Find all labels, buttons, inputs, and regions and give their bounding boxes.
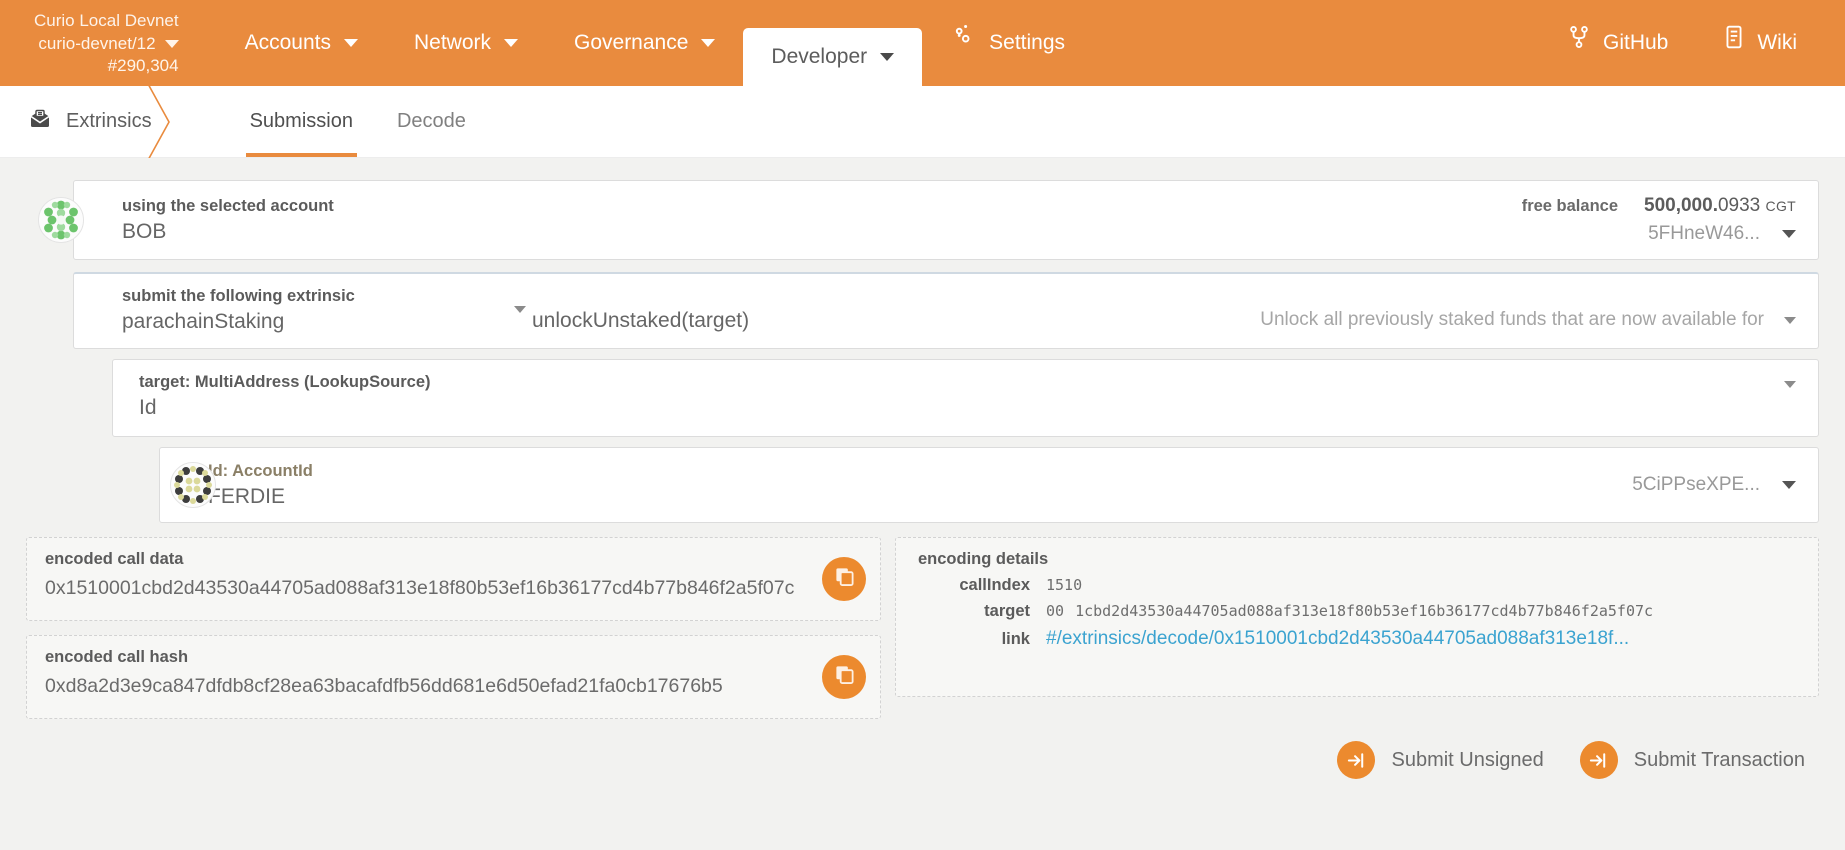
encoded-call-data-value: 0x1510001cbd2d43530a44705ad088af313e18f8… xyxy=(45,577,795,599)
nav-item-network[interactable]: Network xyxy=(386,0,546,86)
free-balance-value: 500,000.0933 CGT xyxy=(1644,195,1796,217)
breadcrumb: Extrinsics xyxy=(0,86,183,158)
chevron-down-icon xyxy=(343,39,358,47)
detail-key: link xyxy=(1001,630,1030,648)
tab-list: Submission Decode xyxy=(228,86,488,157)
copy-call-data-button[interactable] xyxy=(822,557,866,601)
free-balance-label: free balance xyxy=(1521,197,1619,215)
encoded-call-hash-card: encoded call hash 0xd8a2d3e9ca847dfdb8cf… xyxy=(26,635,881,719)
submit-unsigned-button[interactable]: Submit Unsigned xyxy=(1337,741,1544,779)
detail-row-target: target 00 1cbd2d43530a44705ad088af313e18f… xyxy=(918,602,1800,621)
extrinsic-field-label: submit the following extrinsic xyxy=(122,287,355,305)
submit-actions: Submit Unsigned Submit Transaction xyxy=(0,741,1819,779)
sign-in-arrow-icon xyxy=(1337,741,1376,779)
accountid-field-label: Id: AccountId xyxy=(208,461,313,480)
detail-row-callindex: callIndex 1510 xyxy=(918,576,1800,595)
wiki-label: Wiki xyxy=(1757,31,1797,54)
nav-item-governance[interactable]: Governance xyxy=(546,0,743,86)
decode-link[interactable]: #/extrinsics/decode/0x1510001cbd2d43530a… xyxy=(1046,628,1629,650)
chevron-down-icon xyxy=(504,39,518,47)
copy-call-hash-button[interactable] xyxy=(822,655,866,699)
balance-unit: CGT xyxy=(1765,198,1796,214)
chevron-down-icon[interactable] xyxy=(1782,230,1796,238)
nav-accounts-label: Accounts xyxy=(244,31,331,54)
copy-icon xyxy=(834,664,855,690)
detail-value-main: 1cbd2d43530a44705ad088af313e18f80b53ef16… xyxy=(1075,602,1654,620)
encoded-call-hash-value: 0xd8a2d3e9ca847dfdb8cf28ea63bacafdfb56dd… xyxy=(45,675,723,697)
nav-governance-label: Governance xyxy=(574,31,689,54)
section-tab-bar: Extrinsics Submission Decode xyxy=(0,86,1845,158)
extrinsics-icon xyxy=(28,107,52,137)
github-label: GitHub xyxy=(1602,31,1669,54)
chevron-down-icon[interactable] xyxy=(1782,481,1796,489)
encoding-details-card: encoding details callIndex 1510 target 0… xyxy=(895,537,1819,697)
extrinsic-docs-text: Unlock all previously staked funds that … xyxy=(1260,309,1764,330)
detail-value: 1510 xyxy=(1046,576,1083,594)
submit-unsigned-label: Submit Unsigned xyxy=(1391,748,1544,771)
book-icon xyxy=(1724,0,1744,86)
chevron-down-icon[interactable] xyxy=(1784,316,1796,324)
detail-value: 00 1cbd2d43530a44705ad088af313e18f80b53ef… xyxy=(1046,602,1653,620)
chevron-down-icon[interactable] xyxy=(514,306,526,330)
nav-network-label: Network xyxy=(413,31,491,54)
chevron-down-icon xyxy=(701,39,716,47)
chevron-down-icon xyxy=(164,40,179,48)
accountid-address: 5CiPPseXPE... xyxy=(1632,474,1760,495)
chain-node-version: curio-devnet/12 xyxy=(38,33,156,53)
avatar xyxy=(38,197,84,243)
account-field-value: BOB xyxy=(122,219,167,243)
balance-fraction: 0933 xyxy=(1717,195,1761,216)
account-address: 5FHneW46... xyxy=(1648,223,1760,244)
accountid-selector-row[interactable]: Id: AccountId FERDIE 5CiPPseXPE... xyxy=(159,447,1819,523)
chain-selector[interactable]: Curio Local Devnet curio-devnet/12 #290,… xyxy=(34,8,179,77)
detail-value-prefix: 00 xyxy=(1046,602,1065,620)
chain-block-number: #290,304 xyxy=(107,56,179,76)
submit-transaction-button[interactable]: Submit Transaction xyxy=(1579,741,1805,779)
submit-transaction-label: Submit Transaction xyxy=(1633,748,1805,771)
extrinsic-selector-row[interactable]: submit the following extrinsic parachain… xyxy=(73,272,1819,349)
account-field-label: using the selected account xyxy=(122,196,334,215)
nav-item-developer[interactable]: Developer xyxy=(743,28,923,86)
top-navigation-bar: Curio Local Devnet curio-devnet/12 #290,… xyxy=(0,0,1845,86)
github-icon xyxy=(1568,0,1590,86)
detail-row-link: link #/extrinsics/decode/0x1510001cbd2d4… xyxy=(918,628,1800,650)
accountid-field-value: FERDIE xyxy=(208,484,286,508)
account-selector-row[interactable]: using the selected account BOB free bala… xyxy=(38,180,1819,260)
nav-item-github[interactable]: GitHub xyxy=(1540,0,1696,86)
nav-item-wiki[interactable]: Wiki xyxy=(1696,0,1825,86)
extrinsics-submission-form: using the selected account BOB free bala… xyxy=(0,158,1845,850)
target-accountid-group: Id: AccountId FERDIE 5CiPPseXPE... xyxy=(159,447,1819,523)
breadcrumb-divider-icon xyxy=(139,86,183,158)
detail-key: callIndex xyxy=(959,576,1030,594)
chevron-down-icon xyxy=(880,53,895,61)
encoded-call-data-title: encoded call data xyxy=(45,550,184,568)
encoded-call-hash-title: encoded call hash xyxy=(45,648,189,666)
tab-submission-label: Submission xyxy=(249,110,353,132)
settings-label: Settings xyxy=(989,31,1066,54)
encoded-call-data-card: encoded call data 0x1510001cbd2d43530a44… xyxy=(26,537,881,621)
gear-icon xyxy=(950,0,976,86)
chevron-down-icon[interactable] xyxy=(1784,380,1796,405)
copy-icon xyxy=(834,566,855,592)
target-param-group: target: MultiAddress (LookupSource) Id xyxy=(112,359,1819,437)
nav-developer-label: Developer xyxy=(771,45,868,68)
avatar xyxy=(170,462,216,508)
encoding-section: encoded call data 0x1510001cbd2d43530a44… xyxy=(26,537,1819,719)
pallet-select-value[interactable]: parachainStaking xyxy=(122,310,284,334)
balance-whole: 500,000. xyxy=(1644,195,1718,216)
tab-decode-label: Decode xyxy=(396,110,466,132)
tab-decode[interactable]: Decode xyxy=(375,86,488,157)
sign-in-arrow-icon xyxy=(1579,741,1618,779)
detail-key: target xyxy=(984,602,1030,620)
nav-item-settings[interactable]: Settings xyxy=(922,0,1093,86)
target-field-label: target: MultiAddress (LookupSource) xyxy=(139,373,431,391)
method-select-value[interactable]: unlockUnstaked(target) xyxy=(532,309,749,332)
target-field-value: Id xyxy=(139,396,157,419)
encoding-details-title: encoding details xyxy=(918,550,1049,568)
tab-submission[interactable]: Submission xyxy=(228,86,375,157)
chain-name: Curio Local Devnet xyxy=(34,11,179,31)
nav-item-accounts[interactable]: Accounts xyxy=(217,0,386,86)
target-type-selector[interactable]: target: MultiAddress (LookupSource) Id xyxy=(112,359,1819,437)
